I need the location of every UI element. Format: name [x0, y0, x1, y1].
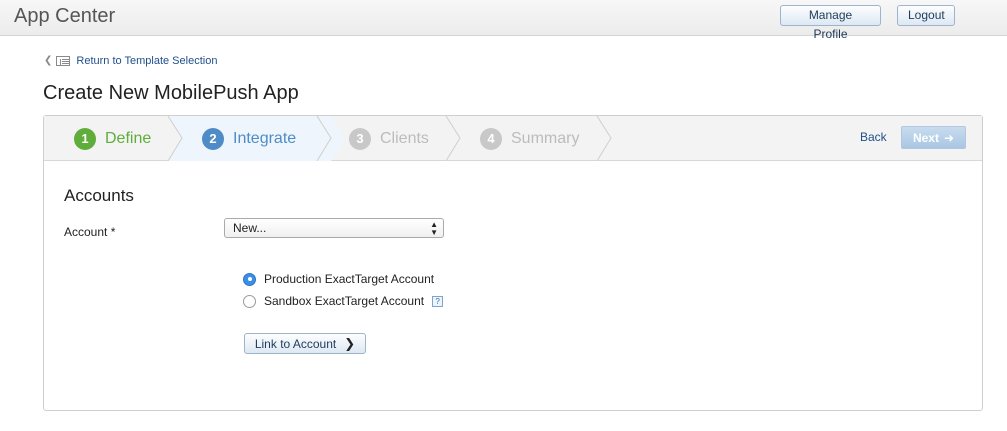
wizard-panel: 1 Define 2 Integrate 3 Clients 4 Summary… — [43, 115, 983, 411]
wizard-step-integrate[interactable]: 2 Integrate — [202, 116, 296, 161]
app-title: App Center — [14, 5, 116, 27]
production-account-radio[interactable] — [243, 272, 256, 286]
step-label: Integrate — [233, 129, 297, 147]
link-to-account-button[interactable]: Link to Account ❯ — [244, 333, 366, 354]
sandbox-account-radio[interactable] — [243, 294, 256, 308]
step-label: Clients — [380, 129, 429, 147]
chevron-left-icon: ❮ — [44, 55, 53, 66]
sandbox-account-option[interactable]: Sandbox ExactTarget Account ? — [243, 293, 444, 309]
wizard-step-define[interactable]: 1 Define — [74, 116, 151, 161]
arrow-right-icon: ➜ — [943, 130, 955, 145]
list-icon — [56, 56, 71, 66]
page-title: Create New MobilePush App — [43, 82, 299, 104]
account-select-value: New... — [233, 221, 267, 235]
link-to-account-label: Link to Account — [254, 336, 337, 351]
chevron-right-icon: ❯ — [344, 335, 356, 351]
back-button[interactable]: Back — [860, 130, 887, 144]
wizard-steps-bar: 1 Define 2 Integrate 3 Clients 4 Summary… — [44, 116, 982, 161]
return-to-template-label: Return to Template Selection — [76, 55, 218, 67]
app-header: App Center Manage Profile Logout — [0, 0, 1007, 41]
wizard-step-clients: 3 Clients — [349, 116, 429, 161]
step-divider-3 — [445, 116, 461, 161]
step-number-badge: 3 — [349, 127, 371, 150]
logout-button[interactable]: Logout — [897, 5, 955, 26]
production-account-label: Production ExactTarget Account — [264, 272, 435, 286]
account-field-label: Account * — [64, 225, 116, 239]
step-divider-4 — [596, 116, 612, 161]
manage-profile-button[interactable]: Manage Profile — [780, 5, 881, 41]
step-number-badge: 4 — [480, 127, 502, 150]
wizard-step-summary: 4 Summary — [480, 116, 579, 161]
account-select[interactable]: New... ▲ ▼ — [224, 218, 444, 238]
step-label: Define — [105, 129, 152, 147]
step-number-badge: 2 — [202, 127, 224, 150]
step-label: Summary — [511, 129, 580, 147]
production-account-option[interactable]: Production ExactTarget Account — [243, 271, 434, 287]
next-button[interactable]: Next ➜ — [901, 126, 966, 149]
return-to-template-link[interactable]: ❮ Return to Template Selection — [44, 54, 217, 68]
help-icon[interactable]: ? — [432, 295, 444, 307]
sandbox-account-label: Sandbox ExactTarget Account — [264, 294, 425, 308]
accounts-section-title: Accounts — [64, 186, 134, 205]
next-button-label: Next — [912, 130, 939, 145]
select-updown-icon: ▲ ▼ — [430, 220, 438, 237]
step-number-badge: 1 — [74, 127, 96, 150]
